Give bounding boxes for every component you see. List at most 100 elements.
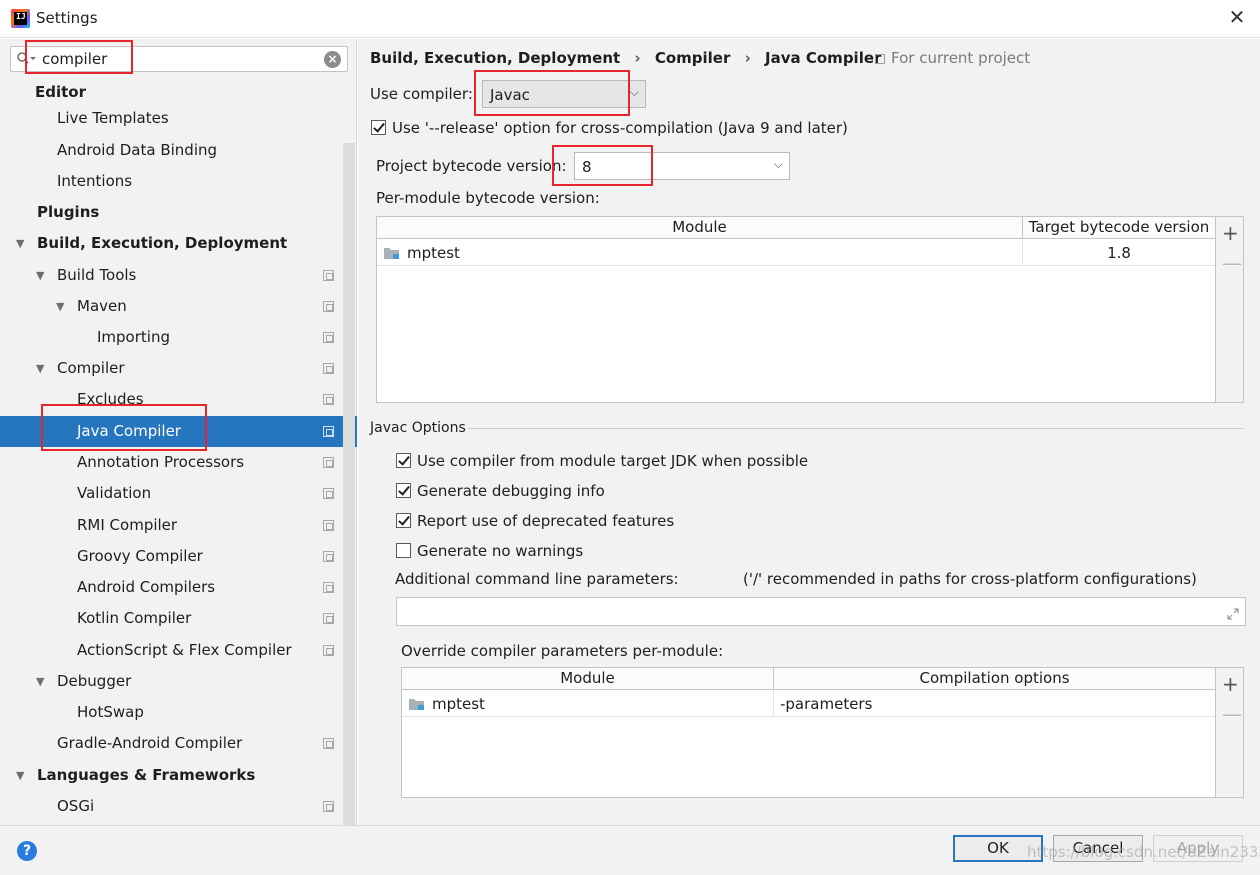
column-header-target-version[interactable]: Target bytecode version [1023,217,1215,239]
column-header-module[interactable]: Module [402,668,774,690]
tree-item-android-compilers[interactable]: Android Compilers [0,572,343,603]
additional-params-input[interactable] [396,597,1246,626]
release-option-checkbox[interactable] [371,120,386,135]
per-module-toolbar: + — [1216,216,1244,403]
scope-note: For current project [875,49,1030,67]
target-version-cell[interactable]: 1.8 [1023,240,1215,266]
tree-item-plugins[interactable]: Plugins [0,197,343,228]
expand-arrow-icon[interactable]: ▼ [56,291,64,322]
clear-search-icon[interactable]: × [324,51,341,68]
module-cell[interactable]: mptest [377,240,1023,266]
add-icon[interactable]: + [1222,223,1239,243]
breadcrumb-item: Compiler [654,49,731,67]
remove-icon[interactable]: — [1222,253,1242,273]
override-toolbar: + — [1216,667,1244,798]
override-params-label: Override compiler parameters per-module: [401,642,724,660]
tree-item-compiler[interactable]: ▼ Compiler [0,353,343,384]
expand-arrow-icon[interactable]: ▼ [36,353,44,384]
deprecated-features-label: Report use of deprecated features [417,512,675,530]
breadcrumb-item: Build, Execution, Deployment [370,49,621,67]
section-divider [468,428,1244,429]
project-scope-icon [323,332,334,343]
tree-item-android-data-binding[interactable]: Android Data Binding [0,135,343,166]
breadcrumb: Build, Execution, Deployment › Compiler … [370,49,882,67]
search-input[interactable]: compiler [42,50,107,68]
project-scope-icon [323,270,334,281]
tree-item-annotation-processors[interactable]: Annotation Processors [0,447,343,478]
close-icon[interactable]: ✕ [1226,6,1248,28]
intellij-app-icon: IJ [11,9,30,28]
per-module-label: Per-module bytecode version: [376,189,600,207]
tree-item-intentions[interactable]: Intentions [0,166,343,197]
additional-params-label: Additional command line parameters: [395,570,679,588]
tree-scrollbar[interactable] [343,143,355,825]
project-scope-icon [323,363,334,374]
project-scope-icon [323,301,334,312]
project-scope-icon [323,551,334,562]
additional-params-hint: ('/' recommended in paths for cross-plat… [743,570,1197,588]
table-header: Module Target bytecode version [377,217,1215,239]
expand-arrow-icon[interactable]: ▼ [16,228,24,259]
javac-options-title: Javac Options [370,420,466,436]
tree-item-validation[interactable]: Validation [0,478,343,509]
tree-item-languages-frameworks[interactable]: ▼ Languages & Frameworks [0,760,343,791]
tree-item-gradle-android-compiler[interactable]: Gradle-Android Compiler [0,728,343,759]
deprecated-features-checkbox[interactable] [396,513,411,528]
java-compiler-settings-panel: Build, Execution, Deployment › Compiler … [358,39,1260,825]
project-scope-icon [875,54,885,64]
tree-item-importing[interactable]: Importing [0,322,343,353]
project-scope-icon [323,426,334,437]
breadcrumb-item: Java Compiler [765,49,882,67]
bytecode-version-dropdown[interactable]: 8 ⌵ [574,152,790,180]
window-title: Settings [36,9,98,27]
override-params-table: Module Compilation options mptest -param… [401,667,1216,798]
watermark: https://blog.csdn.net/aZain2333 [1027,843,1260,861]
expand-icon[interactable] [1227,608,1239,620]
module-cell[interactable]: mptest [402,691,774,717]
debugging-info-checkbox[interactable] [396,483,411,498]
no-warnings-checkbox[interactable] [396,543,411,558]
tree-item-java-compiler[interactable]: Java Compiler [0,416,357,447]
table-row[interactable]: mptest 1.8 [377,240,1215,266]
debugging-info-label: Generate debugging info [417,482,605,500]
settings-tree-panel: compiler × Editor Live Templates Android… [0,39,357,825]
remove-icon[interactable]: — [1222,704,1242,724]
project-scope-icon [323,520,334,531]
title-bar: IJ Settings ✕ [0,0,1260,38]
module-folder-icon [409,699,424,710]
column-header-compilation-options[interactable]: Compilation options [774,668,1215,690]
column-header-module[interactable]: Module [377,217,1023,239]
expand-arrow-icon[interactable]: ▼ [16,760,24,791]
expand-arrow-icon[interactable]: ▼ [36,666,44,697]
tree-item-osgi[interactable]: OSGi [0,791,343,822]
tree-item-kotlin-compiler[interactable]: Kotlin Compiler [0,603,343,634]
add-icon[interactable]: + [1222,674,1239,694]
per-module-bytecode-table: Module Target bytecode version mptest 1.… [376,216,1216,403]
help-icon[interactable]: ? [17,841,37,861]
tree-item-excludes[interactable]: Excludes [0,384,343,415]
table-row[interactable]: mptest -parameters [402,691,1215,717]
compilation-options-cell[interactable]: -parameters [774,691,1215,717]
tree-item-actionscript-flex-compiler[interactable]: ActionScript & Flex Compiler [0,635,343,666]
tree-item-debugger[interactable]: ▼ Debugger [0,666,343,697]
tree-item-groovy-compiler[interactable]: Groovy Compiler [0,541,343,572]
table-header: Module Compilation options [402,668,1215,690]
tree-item-build-execution-deployment[interactable]: ▼ Build, Execution, Deployment [0,228,343,259]
module-folder-icon [384,248,399,259]
project-scope-icon [323,645,334,656]
expand-arrow-icon[interactable]: ▼ [36,260,44,291]
tree-item-maven[interactable]: ▼ Maven [0,291,343,322]
project-scope-icon [323,801,334,812]
search-icon[interactable] [16,51,38,67]
project-scope-icon [323,457,334,468]
tree-item-live-templates[interactable]: Live Templates [0,103,343,134]
tree-item-hotswap[interactable]: HotSwap [0,697,343,728]
target-jdk-checkbox[interactable] [396,453,411,468]
project-scope-icon [323,488,334,499]
search-field[interactable]: compiler × [10,46,348,72]
tree-item-rmi-compiler[interactable]: RMI Compiler [0,510,343,541]
project-scope-icon [323,582,334,593]
tree-item-build-tools[interactable]: ▼ Build Tools [0,260,343,291]
use-compiler-dropdown[interactable]: Javac ⌵ [482,80,646,108]
project-scope-icon [323,738,334,749]
